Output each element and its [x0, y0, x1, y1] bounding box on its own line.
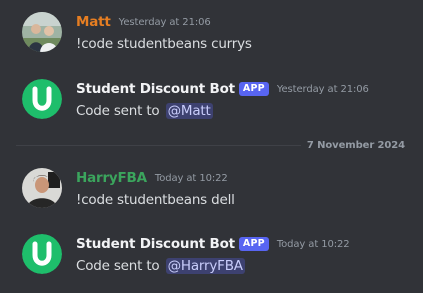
message-text-prefix: Code sent to	[76, 103, 164, 119]
message-timestamp: Today at 10:22	[276, 238, 350, 250]
app-badge: APP	[238, 237, 269, 251]
date-divider-label: 7 November 2024	[300, 139, 409, 152]
message-timestamp: Yesterday at 21:06	[276, 83, 369, 95]
user-avatar-matt[interactable]	[22, 12, 62, 52]
app-badge: APP	[238, 82, 269, 96]
user-mention[interactable]: @HarryFBA	[165, 258, 245, 274]
author-name[interactable]: Student Discount Bot	[76, 236, 235, 252]
user-photo-icon	[22, 168, 62, 208]
author-name[interactable]: Student Discount Bot	[76, 81, 235, 97]
bot-avatar[interactable]	[22, 79, 62, 119]
message: Matt Yesterday at 21:06 !code studentbea…	[0, 12, 423, 58]
message-text: !code studentbeans dell	[76, 192, 235, 208]
user-mention[interactable]: @Matt	[165, 103, 213, 119]
message-timestamp: Yesterday at 21:06	[118, 16, 211, 28]
message: HarryFBA Today at 10:22 !code studentbea…	[0, 168, 423, 214]
message: Student Discount Bot APP Yesterday at 21…	[0, 79, 423, 125]
message-text: Code sent to @Matt	[76, 100, 213, 122]
bot-avatar[interactable]	[22, 234, 62, 274]
bot-u-logo-icon	[22, 234, 62, 274]
author-name[interactable]: HarryFBA	[76, 170, 147, 186]
message-text: Code sent to @HarryFBA	[76, 255, 245, 277]
message-timestamp: Today at 10:22	[154, 172, 228, 184]
message-text: !code studentbeans currys	[76, 36, 252, 52]
user-avatar-harryfba[interactable]	[22, 168, 62, 208]
message: Student Discount Bot APP Today at 10:22 …	[0, 234, 423, 280]
chat-log: Matt Yesterday at 21:06 !code studentbea…	[0, 0, 423, 293]
bot-u-logo-icon	[22, 79, 62, 119]
author-name[interactable]: Matt	[76, 14, 111, 30]
user-photo-icon	[22, 12, 62, 52]
message-text-prefix: Code sent to	[76, 258, 164, 274]
